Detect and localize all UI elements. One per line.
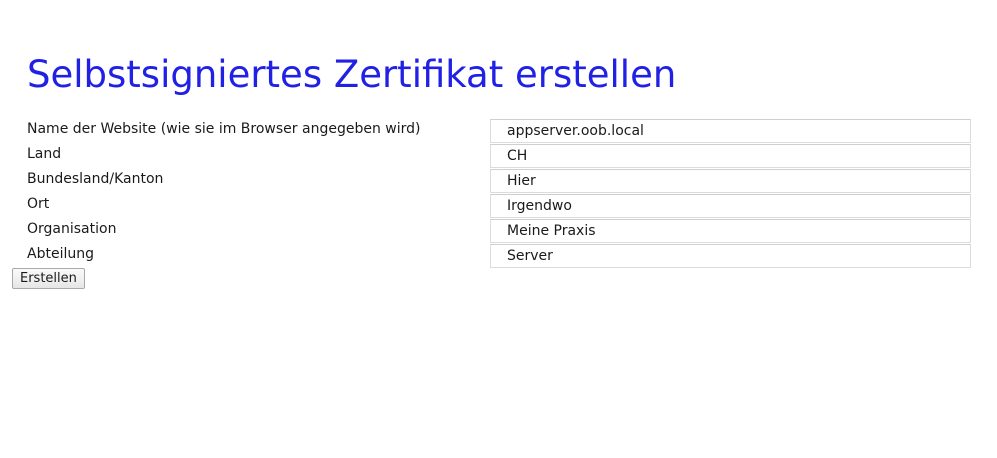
page-title: Selbstsigniertes Zertifikat erstellen [27,53,677,96]
website-name-input[interactable] [490,119,971,143]
website-name-label: Name der Website (wie sie im Browser ang… [27,121,421,137]
create-button[interactable]: Erstellen [12,268,85,289]
state-label: Bundesland/Kanton [27,171,164,187]
organization-label: Organisation [27,221,117,237]
city-label: Ort [27,196,50,212]
certificate-page: Selbstsigniertes Zertifikat erstellen Na… [0,0,997,458]
form-row-country: Land [0,144,997,169]
city-input[interactable] [490,194,971,218]
form-row-website: Name der Website (wie sie im Browser ang… [0,119,997,144]
form-row-organization: Organisation [0,219,997,244]
organization-input[interactable] [490,219,971,243]
country-label: Land [27,146,62,162]
form-row-department: Abteilung [0,244,997,269]
country-input[interactable] [490,144,971,168]
form-row-state: Bundesland/Kanton [0,169,997,194]
state-input[interactable] [490,169,971,193]
department-label: Abteilung [27,246,94,262]
department-input[interactable] [490,244,971,268]
form-row-city: Ort [0,194,997,219]
